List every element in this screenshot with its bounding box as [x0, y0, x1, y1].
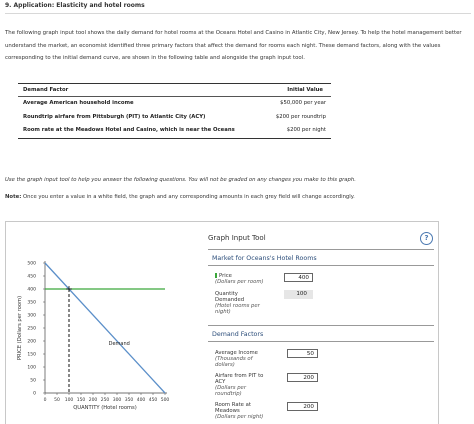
x-tick-label: 500: [161, 397, 170, 403]
x-tick-label: 100: [65, 397, 74, 403]
x-tick-label: 450: [149, 397, 158, 403]
quantity-unit-2: night): [215, 309, 231, 315]
y-tick-label: 450: [27, 274, 36, 280]
x-tick-label: 200: [89, 397, 98, 403]
x-tick-label: 400: [137, 397, 146, 403]
demand-factors-title: Demand Factors: [212, 331, 264, 338]
y-tick-label: 200: [27, 339, 36, 345]
income-field-label: Average Income (Thousands of dollars): [215, 350, 258, 368]
y-tick-label: 100: [27, 365, 36, 371]
x-tick-label: 0: [44, 397, 47, 403]
y-tick-label: 0: [33, 391, 36, 397]
y-tick-label: 350: [27, 300, 36, 306]
panel-divider: [208, 341, 434, 342]
demand-curve: [44, 262, 166, 394]
x-tick-label: 250: [101, 397, 110, 403]
airfare-input[interactable]: 200: [287, 373, 318, 382]
price-marker-icon: [215, 273, 217, 278]
panel-divider: [208, 325, 434, 326]
graph-tool-title: Graph Input Tool: [208, 234, 266, 242]
income-input[interactable]: 50: [287, 349, 318, 358]
market-panel-title: Market for Oceans's Hotel Rooms: [212, 255, 317, 262]
y-tick-label: 50: [30, 378, 36, 384]
price-unit: (Dollars per room): [215, 279, 264, 285]
quantity-field-label: Quantity Demanded (Hotel rooms per night…: [215, 291, 260, 315]
price-field-label: Price (Dollars per room): [215, 273, 264, 285]
y-tick-label: 500: [27, 261, 36, 267]
airfare-unit-2: roundtrip): [215, 391, 242, 397]
x-tick-label: 350: [125, 397, 134, 403]
panel-divider: [208, 265, 434, 266]
price-input[interactable]: 400: [284, 273, 313, 282]
y-tick-label: 300: [27, 313, 36, 319]
room-rate-unit: (Dollars per night): [215, 414, 264, 420]
y-tick-label: 250: [27, 326, 36, 332]
panel-divider: [208, 249, 434, 250]
y-tick-label: 400: [27, 287, 36, 293]
x-tick-label: 50: [54, 397, 60, 403]
help-button[interactable]: ?: [420, 232, 433, 245]
y-axis-label: PRICE (Dollars per room): [17, 296, 23, 360]
x-axis-label: QUANTITY (Hotel rooms): [73, 405, 137, 411]
income-unit-2: dollars): [215, 362, 235, 368]
room-rate-field-label: Room Rate at Meadows (Dollars per night): [215, 402, 263, 420]
demand-curve-label: Demand: [109, 341, 130, 347]
x-tick-label: 150: [77, 397, 86, 403]
quantity-output: 100: [284, 290, 313, 299]
x-tick-label: 300: [113, 397, 122, 403]
y-tick-label: 150: [27, 352, 36, 358]
airfare-field-label: Airfare from PIT to ACY (Dollars per rou…: [215, 373, 263, 397]
room-rate-input[interactable]: 200: [287, 402, 318, 411]
